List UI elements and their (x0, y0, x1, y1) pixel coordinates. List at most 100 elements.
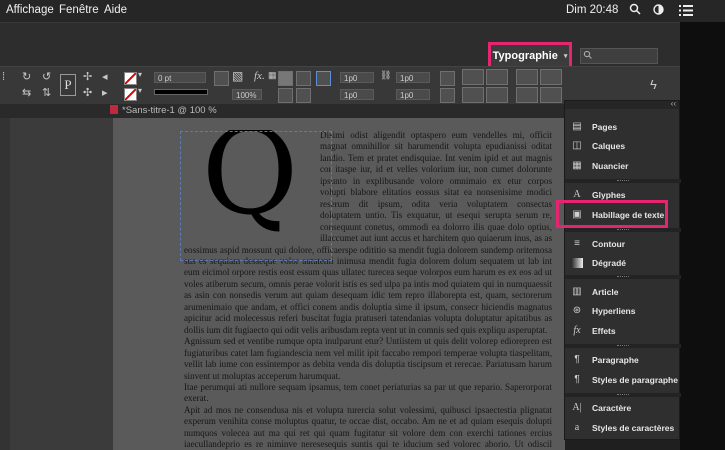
panel-item-styles-paragraphe[interactable]: ¶ Styles de paragraphe (565, 371, 681, 389)
menu-affichage[interactable]: Affichage (6, 4, 54, 16)
opacity-icon[interactable]: ▧ (232, 69, 243, 83)
panel-label: Effets (592, 326, 616, 336)
character-icon: A| (572, 402, 582, 413)
menu-aide[interactable]: Aide (104, 4, 127, 16)
rotate-cw-icon[interactable]: ↻ (22, 70, 31, 83)
stroke-swatch-icon[interactable] (124, 88, 137, 101)
columns-icon[interactable] (462, 69, 484, 85)
wrap-bounding-box-icon[interactable] (296, 71, 311, 86)
previous-object-icon[interactable]: ◂ (102, 70, 108, 83)
fx-icon: fx (573, 325, 581, 336)
select-content-icon[interactable]: ✣ (83, 86, 92, 99)
search-icon[interactable] (629, 3, 641, 18)
frame-fitting-icon[interactable] (316, 71, 331, 86)
panel-divider (565, 344, 681, 348)
link-chain-icon[interactable]: ⛓ (380, 70, 391, 81)
wrap-jump-icon[interactable] (296, 88, 311, 103)
columns-3-icon[interactable] (462, 87, 484, 103)
stroke-type-select[interactable] (154, 89, 208, 95)
document-tab-title: *Sans-titre-1 @ 100 % (122, 105, 217, 116)
document-tab-bar (0, 104, 565, 118)
inset-bottom-value: 1p0 (344, 91, 358, 100)
reference-point-icon[interactable]: ⁞ (2, 71, 5, 83)
menu-bar: Affichage Fenêtre Aide Dim 20:48 (0, 0, 725, 22)
columns-4-icon[interactable] (486, 87, 508, 103)
document-tab[interactable]: *Sans-titre-1 @ 100 % (110, 104, 217, 118)
chevron-down-icon[interactable]: ▾ (138, 86, 142, 95)
panel-item-caractere[interactable]: A| Caractère (565, 399, 681, 417)
panel-label: Nuancier (592, 161, 629, 171)
flip-vertical-icon[interactable]: ⇅ (42, 86, 51, 99)
align-bottom-icon[interactable] (440, 88, 455, 103)
clock[interactable]: Dim 20:48 (566, 4, 618, 16)
panel-divider (565, 393, 681, 397)
paragraph-3: Itae perumqui ati nullore sequam ipsamus… (184, 381, 552, 404)
panel-item-hyperliens[interactable]: ⊛ Hyperliens (565, 302, 681, 320)
layers-icon: ◫ (572, 140, 582, 151)
span-columns-2-icon[interactable] (540, 69, 562, 85)
span-columns-4-icon[interactable] (540, 87, 562, 103)
wrap-shape-icon[interactable] (278, 88, 293, 103)
list-icon[interactable] (679, 5, 693, 19)
panel-label: Hyperliens (592, 306, 636, 316)
dock-header: ‹‹ (565, 99, 679, 109)
chevron-down-icon: ▾ (563, 53, 568, 60)
panel-label: Pages (592, 122, 618, 132)
select-container-icon[interactable]: ✢ (83, 70, 92, 83)
pages-icon: ▤ (572, 121, 582, 132)
inset-top-value: 1p0 (344, 74, 358, 83)
panel-item-effets[interactable]: fx Effets (565, 322, 681, 340)
inset-left-value: 1p0 (400, 74, 414, 83)
wrap-none-icon[interactable] (278, 71, 293, 86)
inset-right-value: 1p0 (400, 91, 414, 100)
inset-top-field[interactable]: 1p0 (340, 72, 374, 83)
stroke-weight-field[interactable]: 0 pt (154, 72, 206, 83)
flip-horizontal-icon[interactable]: ⇆ (22, 86, 31, 99)
effects-fx-label[interactable]: fx. (254, 70, 265, 82)
panel-dock: ‹‹ ▤ Pages ◫ Calques ▦ Nuancier A Glyphe… (564, 99, 681, 440)
rotate-ccw-icon[interactable]: ↺ (42, 70, 51, 83)
swatches-icon: ▦ (572, 160, 582, 171)
span-columns-icon[interactable] (516, 69, 538, 85)
inset-right-field[interactable]: 1p0 (396, 89, 430, 100)
panel-item-article[interactable]: ▥ Article (565, 283, 681, 301)
span-columns-3-icon[interactable] (516, 87, 538, 103)
panel-item-degrade[interactable]: Dégradé (565, 254, 681, 272)
highlight-frame-habillage (556, 200, 668, 228)
panel-divider (565, 179, 681, 183)
vertical-ruler (0, 118, 10, 450)
align-top-icon[interactable] (440, 71, 455, 86)
next-object-icon[interactable]: ▸ (102, 86, 108, 99)
character-styles-icon: a (574, 422, 580, 433)
panel-item-styles-caracteres[interactable]: a Styles de caractères (565, 419, 681, 437)
application-bar (0, 22, 680, 67)
menu-fenetre[interactable]: Fenêtre (59, 4, 99, 16)
panel-item-pages[interactable]: ▤ Pages (565, 118, 681, 136)
add-effect-icon[interactable]: ▦ (268, 70, 277, 81)
fill-swatch-icon[interactable] (124, 72, 137, 85)
control-center-icon[interactable] (653, 4, 664, 18)
hyperlink-icon: ⊛ (572, 305, 582, 316)
collapse-dock-icon[interactable]: ‹‹ (671, 99, 676, 108)
inset-bottom-field[interactable]: 1p0 (340, 89, 374, 100)
inset-left-field[interactable]: 1p0 (396, 72, 430, 83)
panel-item-calques[interactable]: ◫ Calques (565, 137, 681, 155)
gradient-icon (571, 258, 583, 268)
panel-divider (565, 275, 681, 279)
lightning-icon[interactable]: ϟ (650, 77, 657, 92)
panel-item-nuancier[interactable]: ▦ Nuancier (565, 157, 681, 175)
desktop-edge (680, 22, 725, 450)
panel-divider (565, 228, 681, 232)
columns-2-icon[interactable] (486, 69, 508, 85)
paragraph-glyph[interactable]: P (60, 74, 76, 96)
panel-item-contour[interactable]: ≡ Contour (565, 235, 681, 253)
panel-label: Paragraphe (592, 355, 639, 365)
paragraph-icon: ¶ (574, 354, 580, 365)
help-search-input[interactable] (580, 48, 658, 64)
align-stroke-icon[interactable] (214, 71, 229, 86)
stroke-icon: ≡ (574, 238, 580, 249)
panel-label: Caractère (592, 403, 632, 413)
chevron-down-icon[interactable]: ▾ (138, 70, 142, 79)
opacity-field[interactable]: 100% (232, 89, 262, 100)
panel-item-paragraphe[interactable]: ¶ Paragraphe (565, 351, 681, 369)
